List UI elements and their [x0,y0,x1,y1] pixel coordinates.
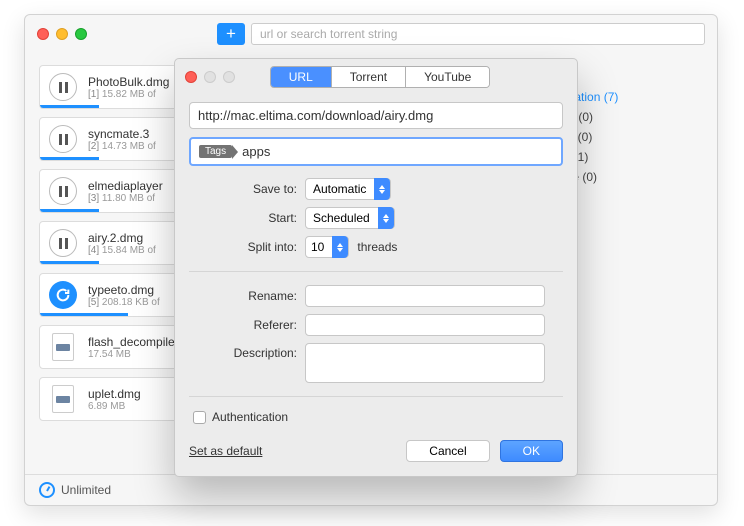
item-name: elmediaplayer [88,179,163,193]
file-icon [52,333,74,361]
tags-chip-label: Tags [199,145,232,158]
checkbox-icon [193,411,206,424]
tags-value: apps [242,144,270,159]
pause-icon[interactable] [49,177,77,205]
status-bar: Unlimited [25,474,717,505]
item-meta: 17.54 MB [88,349,179,360]
close-icon[interactable] [37,28,49,40]
chevron-updown-icon [374,178,390,200]
rename-input[interactable] [305,285,545,307]
save-to-label: Save to: [189,182,297,196]
pause-icon[interactable] [49,125,77,153]
pause-icon[interactable] [49,73,77,101]
chevron-updown-icon [332,236,348,258]
pause-icon[interactable] [49,229,77,257]
item-meta: [3] 11.80 MB of [88,193,163,204]
tab-torrent[interactable]: Torrent [332,67,406,87]
search-input[interactable]: url or search torrent string [251,23,705,45]
split-value: 10 [311,240,324,254]
description-input[interactable] [305,343,545,383]
referer-label: Referer: [189,318,297,332]
item-meta: [1] 15.82 MB of [88,89,169,100]
item-name: typeeto.dmg [88,283,160,297]
window-controls [37,28,87,40]
source-tabs: URL Torrent YouTube [270,66,491,88]
tags-input[interactable]: Tags apps [189,137,563,166]
start-label: Start: [189,211,297,225]
tab-url[interactable]: URL [271,67,332,87]
set-default-link[interactable]: Set as default [189,444,262,458]
authentication-checkbox[interactable]: Authentication [189,410,563,424]
split-label: Split into: [189,240,297,254]
cancel-button[interactable]: Cancel [406,440,489,462]
item-meta: [4] 15.84 MB of [88,245,156,256]
description-label: Description: [189,343,297,360]
item-meta: [5] 208.18 KB of [88,297,160,308]
speed-limit-label: Unlimited [61,483,111,497]
add-button[interactable]: + [217,23,245,45]
minimize-icon[interactable] [56,28,68,40]
authentication-label: Authentication [212,410,288,424]
item-name: uplet.dmg [88,387,141,401]
file-icon [52,385,74,413]
item-meta: 6.89 MB [88,401,141,412]
chevron-updown-icon [378,207,394,229]
save-to-value: Automatic [313,182,366,196]
minimize-icon [204,71,216,83]
titlebar: + url or search torrent string [25,15,717,55]
dialog-window-controls [185,71,235,83]
tab-youtube[interactable]: YouTube [406,67,489,87]
add-download-dialog: URL Torrent YouTube http://mac.eltima.co… [174,58,578,477]
item-name: airy.2.dmg [88,231,156,245]
retry-icon[interactable] [49,281,77,309]
item-name: flash_decompiler [88,335,179,349]
split-select[interactable]: 10 [305,236,349,258]
item-name: PhotoBulk.dmg [88,75,169,89]
zoom-icon[interactable] [75,28,87,40]
url-input[interactable]: http://mac.eltima.com/download/airy.dmg [189,102,563,129]
save-to-select[interactable]: Automatic [305,178,391,200]
rename-label: Rename: [189,289,297,303]
ok-button[interactable]: OK [500,440,563,462]
close-icon[interactable] [185,71,197,83]
speed-gauge-icon [39,482,55,498]
split-suffix: threads [357,240,397,254]
item-meta: [2] 14.73 MB of [88,141,156,152]
start-value: Scheduled [313,211,370,225]
start-select[interactable]: Scheduled [305,207,395,229]
zoom-icon [223,71,235,83]
referer-input[interactable] [305,314,545,336]
item-name: syncmate.3 [88,127,156,141]
